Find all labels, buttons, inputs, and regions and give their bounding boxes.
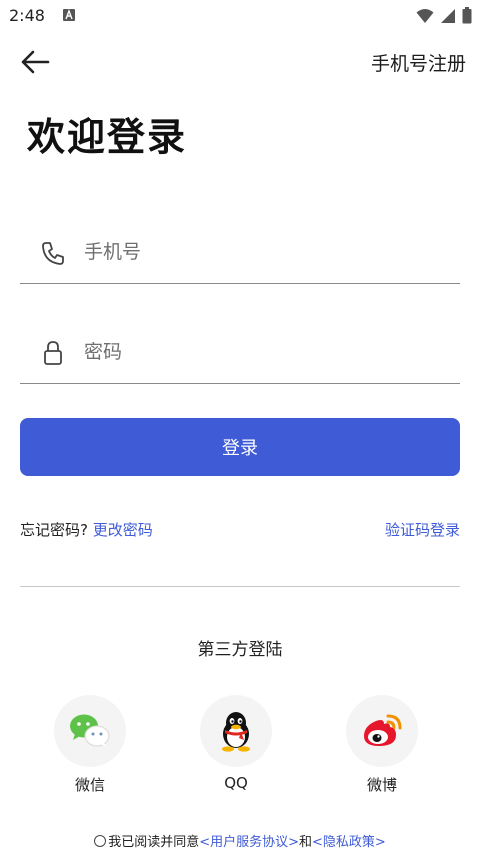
forgot-password-row: 忘记密码? 更改密码 验证码登录 [20, 519, 460, 541]
password-field [20, 322, 460, 384]
divider [20, 586, 460, 587]
weibo-icon [364, 714, 402, 746]
status-icons [416, 7, 472, 24]
agreement-and: 和 [299, 835, 313, 850]
wechat-label: 微信 [74, 776, 105, 794]
qq-login-button[interactable]: QQ [199, 695, 273, 792]
phone-register-link[interactable]: 手机号注册 [371, 49, 466, 76]
weibo-icon-circle [346, 695, 418, 767]
lock-icon [44, 341, 62, 365]
wechat-icon [70, 714, 110, 747]
phone-icon [42, 242, 64, 265]
third-party-title: 第三方登陆 [197, 640, 283, 660]
battery-icon [462, 7, 472, 24]
agreement-radio[interactable] [94, 834, 107, 847]
phone-input[interactable] [84, 234, 444, 270]
forgot-password-label: 忘记密码? [20, 521, 88, 539]
top-bar: 手机号注册 [0, 40, 480, 84]
status-time: 2:48 [9, 6, 45, 25]
signal-icon [441, 8, 455, 23]
code-login-link[interactable]: 验证码登录 [385, 519, 460, 540]
wechat-icon-circle [54, 695, 126, 767]
arrow-left-icon [21, 50, 50, 74]
weibo-label: 微博 [366, 776, 397, 794]
qq-icon-circle [200, 695, 272, 767]
back-button[interactable] [20, 48, 54, 76]
wechat-login-button[interactable]: 微信 [53, 695, 127, 795]
qq-label: QQ [224, 774, 248, 792]
weibo-login-button[interactable]: 微博 [345, 695, 419, 795]
agreement-row: 我已阅读并同意 <用户服务协议> 和 <隐私政策> [0, 831, 480, 850]
privacy-policy-link[interactable]: <隐私政策> [312, 831, 386, 850]
phone-field [20, 222, 460, 284]
notification-icon [63, 9, 75, 21]
change-password-link[interactable]: 更改密码 [93, 521, 153, 539]
login-button[interactable]: 登录 [20, 418, 460, 476]
agreement-prefix: 我已阅读并同意 [108, 835, 200, 850]
page-title: 欢迎登录 [27, 115, 188, 159]
status-bar: 2:48 [0, 0, 480, 32]
wifi-icon [416, 8, 434, 23]
qq-icon [222, 712, 250, 752]
user-agreement-link[interactable]: <用户服务协议> [199, 831, 299, 850]
password-input[interactable] [84, 334, 444, 370]
